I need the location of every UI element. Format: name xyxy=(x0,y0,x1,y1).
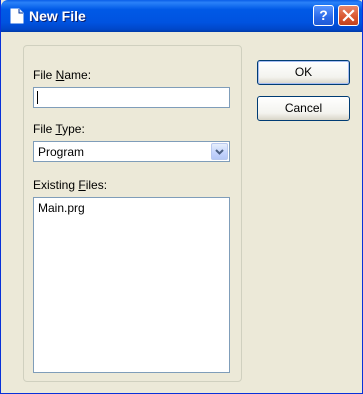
file-type-selected-value: Program xyxy=(38,145,85,159)
question-mark-icon: ? xyxy=(319,7,328,23)
close-button[interactable] xyxy=(338,5,359,26)
file-type-label: File Type: xyxy=(33,122,85,136)
chevron-down-icon xyxy=(215,149,224,155)
new-file-dialog: New File ? File Name: File Type: Program… xyxy=(0,0,363,394)
cancel-button[interactable]: Cancel xyxy=(257,96,350,121)
existing-files-list[interactable]: Main.prg xyxy=(33,197,230,373)
ok-button[interactable]: OK xyxy=(257,60,350,85)
close-x-icon xyxy=(342,9,355,22)
document-icon xyxy=(10,8,24,24)
file-name-label: File Name: xyxy=(33,68,92,82)
help-button[interactable]: ? xyxy=(313,5,334,26)
file-name-input[interactable] xyxy=(33,87,230,108)
list-item[interactable]: Main.prg xyxy=(34,198,229,215)
title-bar[interactable]: New File ? xyxy=(1,0,362,32)
existing-files-label: Existing Files: xyxy=(33,178,108,192)
file-type-select[interactable]: Program xyxy=(33,141,230,162)
text-cursor xyxy=(37,91,38,104)
window-title: New File xyxy=(29,8,86,24)
file-type-dropdown-button[interactable] xyxy=(211,143,228,160)
